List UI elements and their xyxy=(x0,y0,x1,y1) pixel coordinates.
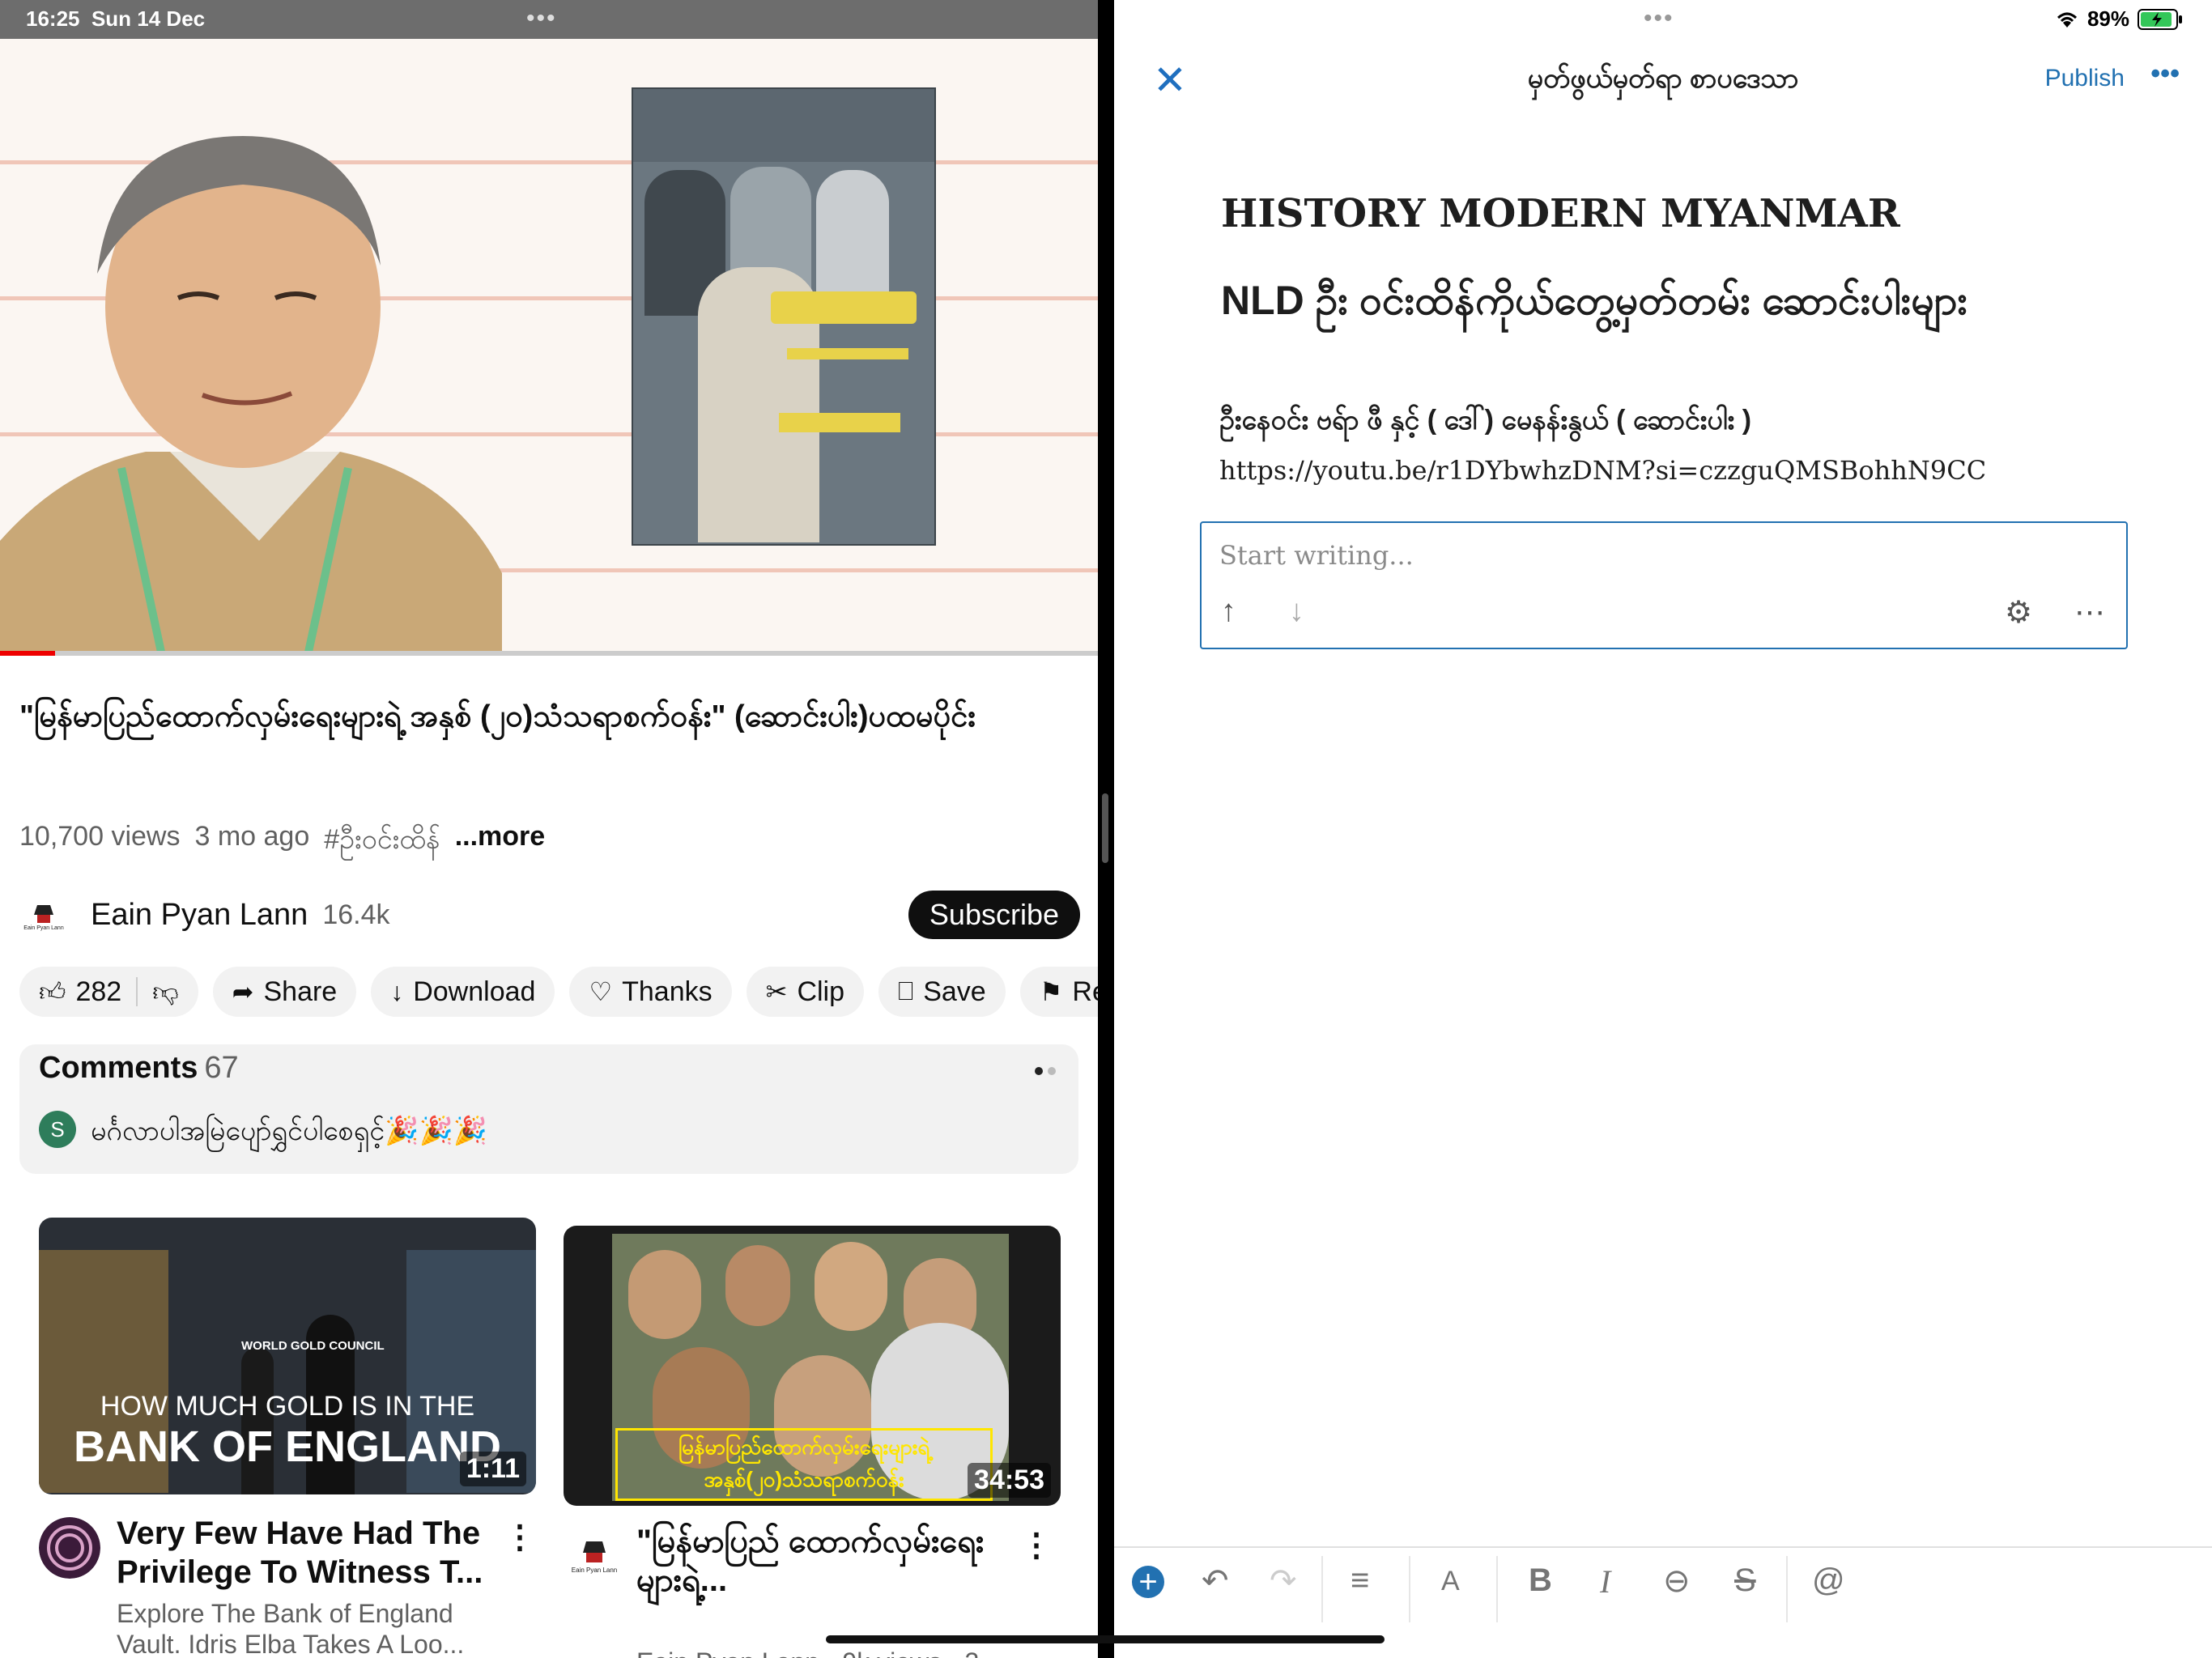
channel-avatar[interactable] xyxy=(39,1517,100,1579)
channel-logo[interactable]: Eain Pyan Lann xyxy=(564,1525,625,1587)
action-bar: 👍︎ 282 👎︎ ➦ Share ↓ Download ♡ Thanks ✂ Clip… xyxy=(19,967,1098,1017)
heading-block[interactable]: HISTORY MODERN MYANMAR xyxy=(1221,191,1900,236)
save-label: Save xyxy=(923,976,986,1007)
share-button[interactable]: ➦ Share xyxy=(212,967,357,1017)
video-thumbnail-person xyxy=(0,136,502,656)
toolbar-divider xyxy=(1786,1556,1788,1622)
clip-button[interactable]: ✂ Clip xyxy=(746,967,865,1017)
scissors-icon: ✂ xyxy=(765,977,788,1006)
publish-button[interactable]: Publish xyxy=(2045,65,2125,92)
link-icon[interactable]: ⊖ xyxy=(1663,1562,1691,1600)
align-icon[interactable]: ≡ xyxy=(1351,1562,1369,1599)
recommended-thumbnail[interactable]: WORLD GOLD COUNCIL HOW MUCH GOLD IS IN T… xyxy=(39,1218,536,1494)
toolbar-divider xyxy=(1496,1556,1498,1622)
video-meta: 10,700 views 3 mo ago #ဦးဝင်းထိန် ...mor… xyxy=(19,821,545,862)
share-icon: ➦ xyxy=(232,977,254,1006)
italic-icon[interactable]: I xyxy=(1600,1562,1610,1601)
video-player[interactable] xyxy=(0,39,1098,656)
video-progress-fill xyxy=(0,651,55,656)
like-divider xyxy=(136,977,138,1006)
undo-icon[interactable]: ↶ xyxy=(1202,1562,1229,1600)
view-count: 10,700 views xyxy=(19,821,181,852)
new-block-editor[interactable]: ↑ ↓ ⚙ ⋯ xyxy=(1200,521,2128,649)
recommended-title[interactable]: Very Few Have Had The Privilege To Witne… xyxy=(117,1514,497,1592)
strikethrough-icon[interactable]: S xyxy=(1734,1562,1756,1599)
report-label: Re xyxy=(1072,976,1098,1007)
paragraph-block[interactable]: ဦးနေဝင်း ဗရ်ာ ဖီ နှင့် ( ဒေါ်) မေနန်းနွယ… xyxy=(1219,402,1751,443)
video-thumbnail-book xyxy=(632,87,936,546)
svg-text:Eain Pyan Lann: Eain Pyan Lann xyxy=(572,1567,618,1574)
link-block[interactable]: https://youtu.be/r1DYbwhzDNM?si=czzguQMS… xyxy=(1219,455,1986,486)
like-dislike-button[interactable]: 👍︎ 282 👎︎ xyxy=(19,967,198,1017)
video-title: "မြန်မာပြည်ထောက်လှမ်းရေးများရဲ့ အနှစ် (၂… xyxy=(19,699,976,733)
more-horizontal-icon[interactable]: ••• xyxy=(2150,58,2180,90)
video-progress-bar[interactable] xyxy=(0,651,1098,656)
report-button[interactable]: ⚑ Re xyxy=(1019,967,1098,1017)
more-horizontal-icon[interactable]: ⋯ xyxy=(2074,594,2105,631)
thanks-label: Thanks xyxy=(622,976,713,1007)
thumbnail-brand: WORLD GOLD COUNCIL xyxy=(241,1339,385,1353)
thumbs-up-icon: 👍︎ xyxy=(39,976,66,1006)
download-label: Download xyxy=(413,976,536,1007)
channel-name[interactable]: Eain Pyan Lann xyxy=(91,898,308,933)
flag-icon: ⚑ xyxy=(1039,977,1063,1006)
comments-count: 67 xyxy=(204,1051,239,1085)
editor-pane: ✕ မှတ်ဖွယ်မှတ်ရာ စာပဒေသာ Publish ••• HIS… xyxy=(1114,0,2212,1658)
video-duration: 1:11 xyxy=(459,1452,526,1486)
youtube-pane: "မြန်မာပြည်ထောက်လှမ်းရေးများရဲ့ အနှစ် (၂… xyxy=(0,0,1098,1658)
top-comment-text: မင်္ဂလာပါအမြဲပျော်ရွှင်ပါစေရှင့်🎉🎉🎉 xyxy=(91,1116,488,1146)
clip-label: Clip xyxy=(797,976,845,1007)
recommended-subtitle: Eain Pyan Lann · 9k views · 3 mo ago xyxy=(636,1647,1017,1658)
toolbar-divider xyxy=(1409,1556,1410,1622)
bookmark-icon: ⎕ xyxy=(898,976,914,1005)
comments-header: Comments 67 xyxy=(39,1051,239,1086)
share-label: Share xyxy=(263,976,338,1007)
add-block-icon[interactable]: + xyxy=(1132,1564,1164,1600)
recommended-video[interactable]: မြန်မာပြည်ထောက်လှမ်းရေးများရဲ့ အနှစ်(၂၀)… xyxy=(564,1226,1061,1658)
start-writing-input[interactable] xyxy=(1218,539,1788,572)
recommended-thumbnail[interactable]: မြန်မာပြည်ထောက်လှမ်းရေးများရဲ့ အနှစ်(၂၀)… xyxy=(564,1226,1061,1506)
channel-logo[interactable]: Eain Pyan Lann xyxy=(19,899,68,931)
channel-row: Eain Pyan Lann Eain Pyan Lann 16.4k Subs… xyxy=(19,891,1080,939)
thumbs-down-icon[interactable]: 👎︎ xyxy=(152,976,178,1008)
video-duration: 34:53 xyxy=(968,1463,1051,1498)
toolbar-divider xyxy=(1321,1556,1323,1622)
thumbnail-caption: မြန်မာပြည်ထောက်လှမ်းရေးများရဲ့ အနှစ်(၂၀)… xyxy=(615,1428,993,1501)
like-count: 282 xyxy=(75,976,122,1007)
thanks-heart-icon: ♡ xyxy=(589,977,613,1006)
recommended-video[interactable]: WORLD GOLD COUNCIL HOW MUCH GOLD IS IN T… xyxy=(39,1218,536,1658)
recommended-subtitle: Explore The Bank of England Vault. Idris… xyxy=(117,1599,465,1658)
download-icon: ↓ xyxy=(390,976,404,1006)
svg-text:Eain Pyan Lann: Eain Pyan Lann xyxy=(23,925,64,931)
subscribe-button[interactable]: Subscribe xyxy=(908,891,1080,939)
left-status-strip xyxy=(0,0,1098,39)
editor-format-toolbar: + ↶ ↷ ≡ A B I ⊖ S @ xyxy=(1114,1546,2212,1629)
move-up-icon[interactable]: ↑ xyxy=(1221,594,1236,629)
redo-icon[interactable]: ↷ xyxy=(1270,1562,1297,1600)
mention-icon[interactable]: @ xyxy=(1812,1562,1845,1599)
more-vertical-icon[interactable]: ⋮ xyxy=(1020,1527,1053,1564)
move-down-icon[interactable]: ↓ xyxy=(1289,594,1304,629)
bold-icon[interactable]: B xyxy=(1529,1562,1552,1599)
upload-age: 3 mo ago xyxy=(194,821,310,852)
more-vertical-icon[interactable]: ⋮ xyxy=(504,1519,536,1556)
save-button[interactable]: ⎕ Save xyxy=(878,967,1006,1017)
download-button[interactable]: ↓ Download xyxy=(371,967,555,1017)
thanks-button[interactable]: ♡ Thanks xyxy=(569,967,732,1017)
show-more-link[interactable]: ...more xyxy=(455,821,545,862)
gear-icon[interactable]: ⚙ xyxy=(2005,594,2032,631)
heading-block[interactable]: NLD ဦး ဝင်းထိန်ကိုယ်တွေ့မှတ်တမ်း ဆောင်းပ… xyxy=(1221,275,1967,334)
home-indicator[interactable] xyxy=(826,1635,1385,1643)
split-view-handle[interactable] xyxy=(1102,793,1108,863)
subscriber-count: 16.4k xyxy=(322,899,390,930)
commenter-avatar: S xyxy=(39,1111,76,1148)
recommended-title[interactable]: "မြန်မာပြည် ထောက်လှမ်းရေးများရဲ့... xyxy=(636,1522,1017,1600)
block-toolbar: ↑ ↓ ⚙ ⋯ xyxy=(1221,594,2108,630)
comments-panel[interactable]: Comments 67 S မင်္ဂလာပါအမြဲပျော်ရွှင်ပါစေ… xyxy=(19,1044,1078,1174)
comments-page-dots xyxy=(1035,1067,1056,1075)
text-color-icon[interactable]: A xyxy=(1441,1566,1460,1597)
comments-label: Comments xyxy=(39,1051,198,1085)
thumbnail-text-1: HOW MUCH GOLD IS IN THE xyxy=(100,1391,475,1422)
video-hashtag[interactable]: #ဦးဝင်းထိန် xyxy=(324,821,440,862)
